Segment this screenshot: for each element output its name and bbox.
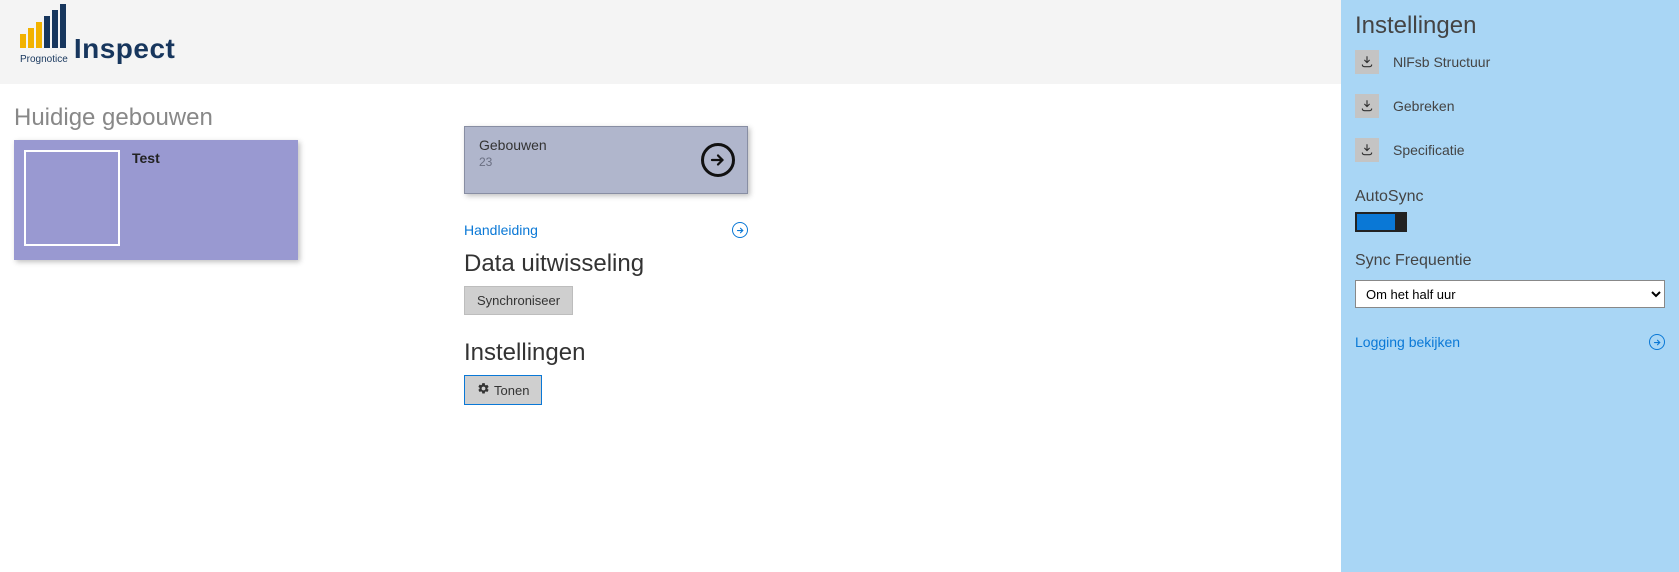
download-specificatie[interactable]: Specificatie <box>1355 138 1665 162</box>
download-nlfsb[interactable]: NlFsb Structuur <box>1355 50 1665 74</box>
link-handleiding[interactable]: Handleiding <box>464 222 748 238</box>
logo-brand: Inspect <box>74 33 176 65</box>
tile-test-label: Test <box>132 150 160 250</box>
download-specificatie-label: Specificatie <box>1393 142 1465 158</box>
logo: Prognotice Inspect <box>20 10 1321 65</box>
gear-icon <box>477 382 490 398</box>
settings-sidebar: Instellingen NlFsb Structuur Gebreken <box>1341 0 1679 572</box>
syncfreq-select[interactable]: Om het half uur <box>1355 280 1665 308</box>
autosync-label: AutoSync <box>1355 188 1665 206</box>
section-title-instellingen: Instellingen <box>464 339 764 367</box>
tile-test-thumb <box>24 150 120 246</box>
logo-bars-icon <box>20 10 66 52</box>
synchroniseer-button[interactable]: Synchroniseer <box>464 286 573 315</box>
download-nlfsb-label: NlFsb Structuur <box>1393 54 1490 70</box>
download-icon <box>1355 138 1379 162</box>
autosync-toggle[interactable] <box>1355 212 1407 232</box>
tile-gebouwen-count: 23 <box>479 155 733 169</box>
logo-subbrand: Prognotice <box>20 54 68 65</box>
arrow-right-icon <box>701 143 735 177</box>
link-logging-label: Logging bekijken <box>1355 334 1460 350</box>
tonen-button-label: Tonen <box>494 383 529 398</box>
toggle-knob <box>1395 212 1407 232</box>
download-gebreken-label: Gebreken <box>1393 98 1454 114</box>
link-logging[interactable]: Logging bekijken <box>1355 334 1665 350</box>
top-bar: Prognotice Inspect <box>0 0 1341 84</box>
arrow-right-circle-icon <box>732 222 748 238</box>
section-title-huidige: Huidige gebouwen <box>14 104 314 132</box>
tile-test[interactable]: Test <box>14 140 298 260</box>
tonen-button[interactable]: Tonen <box>464 375 542 405</box>
link-handleiding-label: Handleiding <box>464 222 538 238</box>
download-icon <box>1355 94 1379 118</box>
section-title-data: Data uitwisseling <box>464 250 764 278</box>
arrow-right-circle-icon <box>1649 334 1665 350</box>
tile-gebouwen[interactable]: Gebouwen 23 <box>464 126 748 194</box>
download-icon <box>1355 50 1379 74</box>
sidebar-title: Instellingen <box>1355 12 1665 40</box>
tile-gebouwen-title: Gebouwen <box>479 137 733 153</box>
syncfreq-label: Sync Frequentie <box>1355 252 1665 270</box>
download-gebreken[interactable]: Gebreken <box>1355 94 1665 118</box>
